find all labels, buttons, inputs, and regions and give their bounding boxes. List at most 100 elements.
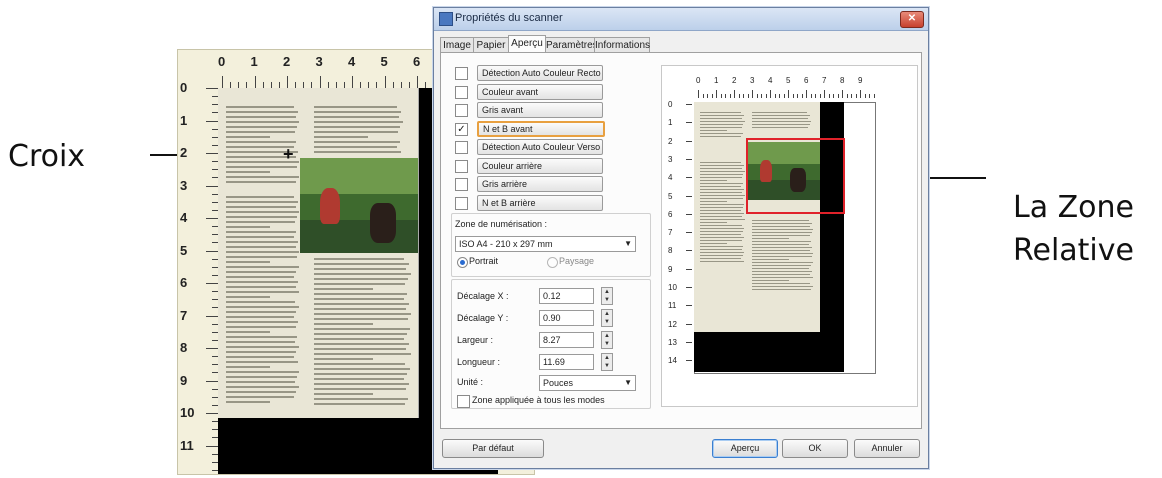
page-text-line [700, 225, 742, 226]
croix-label: Croix [8, 139, 86, 174]
offset-y-field[interactable]: 0.90 [539, 310, 594, 326]
page-text-line [314, 263, 410, 265]
offset-y-spinner[interactable]: ▲ ▼ [601, 309, 613, 327]
close-button[interactable]: ✕ [900, 11, 924, 28]
image-option-checkbox[interactable]: ✓ [455, 122, 468, 136]
page-text-line [226, 306, 299, 308]
image-option-button[interactable]: Détection Auto Couleur Verso [477, 139, 603, 155]
image-option-button[interactable]: Gris arrière [477, 176, 603, 192]
page-text-line [314, 141, 400, 143]
preview-ruler-number: 1 [714, 76, 719, 85]
page-text-line [226, 111, 298, 113]
image-option-button[interactable]: Couleur arrière [477, 157, 603, 174]
preview-ruler-tick [806, 90, 807, 98]
page-text-line [226, 221, 295, 223]
tab-parametres[interactable]: Paramètres [545, 37, 598, 53]
offset-x-field[interactable]: 0.12 [539, 288, 594, 304]
preview-ruler-number: 9 [858, 76, 863, 85]
width-spinner[interactable]: ▲ ▼ [601, 331, 613, 349]
page-text-line [314, 298, 405, 300]
tab-informations[interactable]: Informations [594, 37, 650, 53]
page-text-line [226, 136, 271, 138]
preview-ruler-tick [756, 94, 758, 98]
ruler-tick [352, 76, 353, 88]
page-text-line [314, 383, 410, 385]
preview-ruler-tick [716, 90, 717, 98]
image-option-checkbox[interactable] [455, 67, 468, 80]
image-option-checkbox[interactable] [455, 104, 468, 117]
scanner-app-icon [439, 12, 453, 26]
preview-ruler-number: 14 [668, 356, 677, 366]
preview-button[interactable]: Aperçu [712, 439, 778, 458]
page-text-line [700, 127, 742, 128]
portrait-label: Portrait [469, 256, 499, 266]
dialog-titlebar[interactable]: Propriétés du scanner ✕ [434, 8, 928, 31]
page-text-line [314, 278, 409, 280]
preview-ruler-number: 4 [668, 173, 673, 183]
unit-select[interactable]: Pouces ▼ [539, 375, 636, 391]
page-text-line [314, 273, 412, 275]
ruler-number: 6 [180, 275, 188, 290]
tab-image[interactable]: Image [440, 37, 474, 53]
ruler-number: 7 [180, 307, 188, 323]
image-option-button[interactable]: Gris avant [477, 102, 603, 118]
page-text-line [226, 131, 295, 133]
image-option-checkbox[interactable] [455, 159, 468, 173]
page-text-line [226, 276, 295, 278]
page-text-line [700, 115, 744, 116]
portrait-radio[interactable] [457, 257, 468, 268]
page-text-line [226, 351, 297, 353]
default-button[interactable]: Par défaut [442, 439, 544, 458]
page-text-line [226, 321, 298, 323]
apply-all-checkbox[interactable] [457, 395, 470, 408]
preview-ruler-tick [860, 90, 861, 98]
image-option-button[interactable]: N et B avant [477, 120, 605, 137]
image-option-button[interactable]: Détection Auto Couleur Recto [477, 65, 603, 81]
crosshair-cursor-icon[interactable]: + [283, 145, 294, 163]
page-text-line [226, 246, 296, 248]
page-text-line [314, 293, 408, 295]
landscape-radio[interactable] [547, 257, 558, 268]
width-field[interactable]: 8.27 [539, 332, 594, 348]
preview-vertical-ruler: 0 1 2 3 4 5 6 7 8 9 10 11 12 13 14 [668, 100, 692, 372]
text-column [226, 196, 300, 406]
page-text-line [226, 241, 298, 243]
image-option-checkbox[interactable] [455, 85, 468, 99]
zone-relative-label-line1: La Zone [1013, 190, 1135, 225]
cancel-button[interactable]: Annuler [854, 439, 920, 458]
image-option-button[interactable]: Couleur avant [477, 83, 603, 100]
page-text-line [314, 398, 409, 400]
preview-ruler-tick [686, 323, 692, 325]
relative-zone-frame[interactable] [746, 138, 845, 214]
image-option-button[interactable]: N et B arrière [477, 194, 603, 211]
tab-papier[interactable]: Papier [473, 37, 509, 53]
page-text-line [226, 401, 271, 403]
length-field[interactable]: 11.69 [539, 354, 594, 370]
ruler-number: 1 [180, 112, 188, 128]
text-column [700, 162, 745, 264]
scan-zone-select[interactable]: ISO A4 - 210 x 297 mm ▼ [455, 236, 636, 252]
preview-ruler-tick [846, 94, 848, 98]
page-text-line [752, 127, 808, 128]
image-option-checkbox[interactable] [455, 141, 468, 154]
page-text-line [700, 219, 745, 220]
page-text-line [314, 403, 406, 405]
offset-x-spinner[interactable]: ▲ ▼ [601, 287, 613, 305]
page-text-line [226, 266, 299, 268]
preview-ruler-tick [837, 94, 839, 98]
page-text-line [314, 338, 405, 340]
page-text-line [226, 376, 298, 378]
page-text-line [226, 116, 296, 118]
preview-ruler-tick [686, 360, 692, 362]
preview-ruler-tick [788, 90, 789, 98]
ruler-tick [206, 218, 218, 219]
preview-ruler-tick [686, 250, 692, 252]
apercu-tab-panel: Détection Auto Couleur Recto Couleur avan… [440, 52, 922, 429]
page-text-line [752, 247, 813, 248]
ok-button[interactable]: OK [782, 439, 848, 458]
image-option-checkbox[interactable] [455, 196, 468, 210]
length-spinner[interactable]: ▲ ▼ [601, 353, 613, 371]
image-option-checkbox[interactable] [455, 178, 468, 191]
preview-ruler-tick [686, 158, 692, 160]
preview-area[interactable]: 0123456789 0 1 2 3 4 5 6 7 8 9 10 11 12 13 14 [661, 65, 918, 407]
